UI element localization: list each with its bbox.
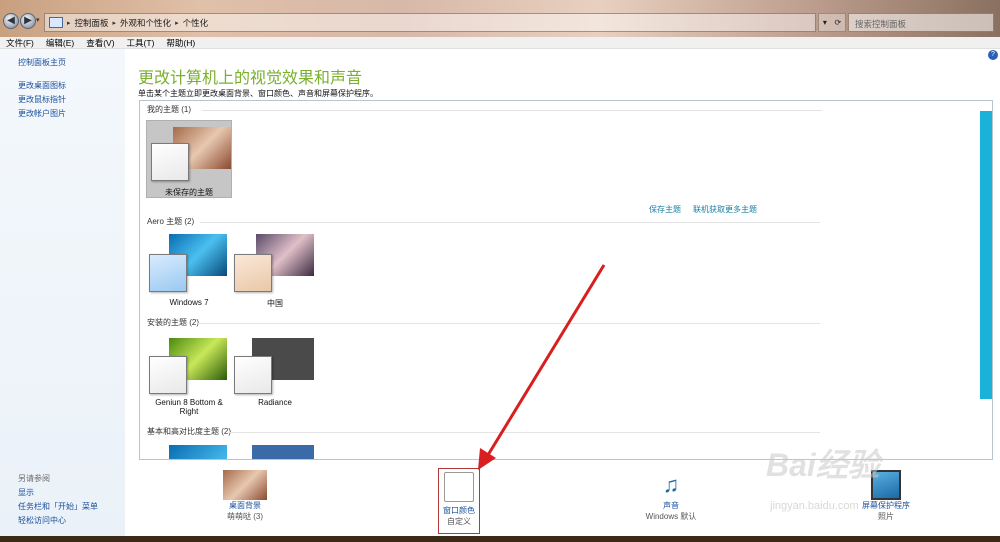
arrow-head [478, 448, 496, 470]
annotation-arrow [478, 264, 606, 470]
taskbar [0, 536, 1000, 542]
arrow-line [486, 264, 606, 456]
